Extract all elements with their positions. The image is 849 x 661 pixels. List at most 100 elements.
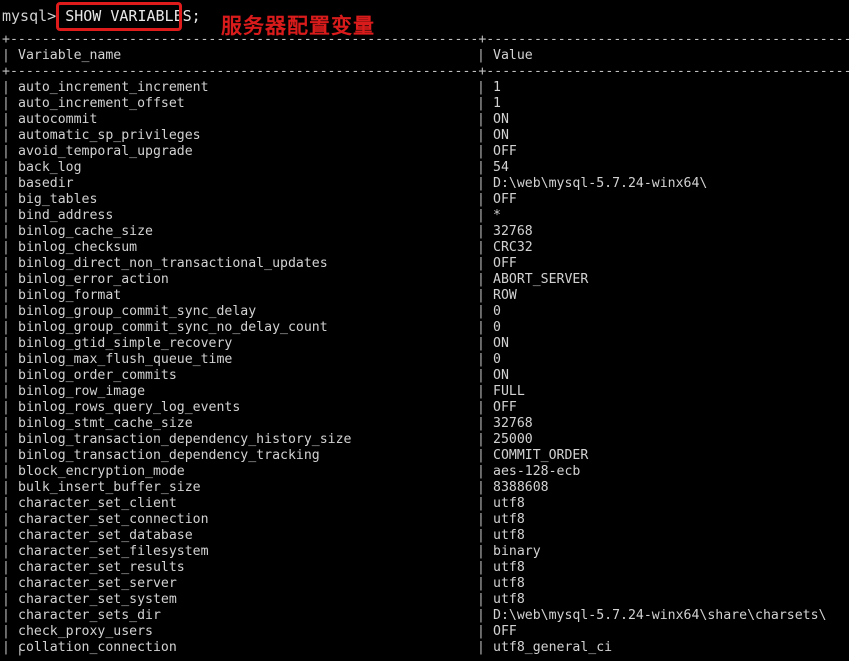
row-bar-left: | [2, 112, 10, 127]
row-bar-mid: | [477, 288, 485, 303]
variable-name-cell: binlog_error_action [18, 272, 169, 287]
table-row: | character_set_server | utf8 [0, 576, 849, 592]
variable-name-cell: character_set_filesystem [18, 544, 209, 559]
variable-name-cell: autocommit [18, 112, 98, 127]
table-row: | automatic_sp_privileges | ON [0, 128, 849, 144]
variable-value-cell: 1 [493, 80, 501, 95]
table-row: | binlog_format | ROW [0, 288, 849, 304]
table-row: | auto_increment_offset | 1 [0, 96, 849, 112]
row-bar-mid: | [477, 240, 485, 255]
variable-value-cell: ON [493, 368, 509, 383]
variable-name-cell: binlog_max_flush_queue_time [18, 352, 233, 367]
row-bar-mid: | [477, 368, 485, 383]
column-header-value: Value [493, 48, 533, 63]
variable-name-cell: bind_address [18, 208, 114, 223]
variable-value-cell: 25000 [493, 432, 533, 447]
row-bar-mid: | [477, 352, 485, 367]
row-bar-mid: | [477, 320, 485, 335]
table-row: | avoid_temporal_upgrade | OFF [0, 144, 849, 160]
row-bar-mid: | [477, 336, 485, 351]
variable-value-cell: FULL [493, 384, 525, 399]
row-bar-mid: | [477, 464, 485, 479]
table-row: | block_encryption_mode | aes-128-ecb [0, 464, 849, 480]
row-bar-left: | [2, 416, 10, 431]
row-bar-mid: | [477, 624, 485, 639]
row-bar-left: | [2, 192, 10, 207]
table-row: | character_set_system | utf8 [0, 592, 849, 608]
row-bar-left: | [2, 400, 10, 415]
variable-value-cell: 54 [493, 160, 509, 175]
variable-value-cell: D:\web\mysql-5.7.24-winx64\share\charset… [493, 608, 827, 623]
variable-value-cell: utf8 [493, 496, 525, 511]
variable-value-cell: 1 [493, 96, 501, 111]
variable-value-cell: OFF [493, 400, 517, 415]
row-bar-mid: | [477, 592, 485, 607]
row-bar-mid: | [477, 304, 485, 319]
table-header-row: | Variable_name | Value [0, 48, 849, 64]
variable-value-cell: D:\web\mysql-5.7.24-winx64\ [493, 176, 708, 191]
variable-name-cell: binlog_rows_query_log_events [18, 400, 241, 415]
row-bar-left: | [2, 560, 10, 575]
table-row: | character_set_connection | utf8 [0, 512, 849, 528]
variable-name-cell: back_log [18, 160, 82, 175]
column-header-variable-name: Variable_name [18, 48, 122, 63]
table-row: | basedir | D:\web\mysql-5.7.24-winx64\ [0, 176, 849, 192]
row-bar-mid: | [477, 224, 485, 239]
row-bar-left: | [2, 320, 10, 335]
table-row: | character_set_filesystem | binary [0, 544, 849, 560]
row-bar-left: | [2, 512, 10, 527]
table-row: | bind_address | * [0, 208, 849, 224]
variable-value-cell: utf8 [493, 512, 525, 527]
row-bar-left: | [2, 368, 10, 383]
mysql-prompt: mysql> [2, 7, 66, 25]
table-row: | check_proxy_users | OFF [0, 624, 849, 640]
table-separator-header: +---------------------------------------… [2, 64, 849, 79]
row-bar-left: | [2, 576, 10, 591]
variable-name-cell: character_set_server [18, 576, 177, 591]
table-row: | binlog_row_image | FULL [0, 384, 849, 400]
row-bar-mid: | [477, 400, 485, 415]
variable-value-cell: ON [493, 112, 509, 127]
table-row: | binlog_group_commit_sync_delay | 0 [0, 304, 849, 320]
command-prompt-line: mysql> SHOW VARIABLES; [0, 0, 849, 32]
variable-value-cell: 0 [493, 320, 501, 335]
variable-name-cell: character_set_client [18, 496, 177, 511]
row-bar-mid: | [477, 544, 485, 559]
variable-value-cell: 0 [493, 304, 501, 319]
variable-value-cell: * [493, 208, 501, 223]
variable-name-cell: binlog_group_commit_sync_delay [18, 304, 257, 319]
row-bar-mid: | [477, 160, 485, 175]
row-bar-mid: | [477, 608, 485, 623]
variable-name-cell: character_set_system [18, 592, 177, 607]
row-bar-left: | [2, 608, 10, 623]
table-row: | binlog_order_commits | ON [0, 368, 849, 384]
row-bar-mid: | [477, 176, 485, 191]
variable-name-cell: binlog_transaction_dependency_tracking [18, 448, 320, 463]
row-bar-left: | [2, 528, 10, 543]
row-bar-mid: | [477, 144, 485, 159]
sql-command-text: SHOW VARIABLES; [65, 7, 201, 25]
variable-name-cell: binlog_gtid_simple_recovery [18, 336, 233, 351]
row-bar-left: | [2, 240, 10, 255]
terminal-console[interactable]: mysql> SHOW VARIABLES; 服务器配置变量 +--------… [0, 0, 849, 661]
variable-value-cell: OFF [493, 624, 517, 639]
row-bar-left: | [2, 384, 10, 399]
variable-name-cell: character_set_results [18, 560, 185, 575]
table-row: | autocommit | ON [0, 112, 849, 128]
table-separator-top: +---------------------------------------… [2, 32, 849, 47]
row-bar-mid: | [477, 560, 485, 575]
variable-name-cell: basedir [18, 176, 74, 191]
row-bar-mid: | [477, 112, 485, 127]
row-bar-mid: | [477, 96, 485, 111]
variable-name-cell: auto_increment_increment [18, 80, 209, 95]
clipped-next-row-text: | [0, 645, 32, 656]
variable-name-cell: binlog_transaction_dependency_history_si… [18, 432, 352, 447]
table-row: | big_tables | OFF [0, 192, 849, 208]
table-row: | binlog_error_action | ABORT_SERVER [0, 272, 849, 288]
clipped-next-row: | [0, 645, 849, 661]
table-row: | binlog_group_commit_sync_no_delay_count… [0, 320, 849, 336]
variable-name-cell: binlog_format [18, 288, 122, 303]
row-bar-mid: | [477, 528, 485, 543]
row-bar-left: | [2, 224, 10, 239]
table-row: | binlog_max_flush_queue_time | 0 [0, 352, 849, 368]
